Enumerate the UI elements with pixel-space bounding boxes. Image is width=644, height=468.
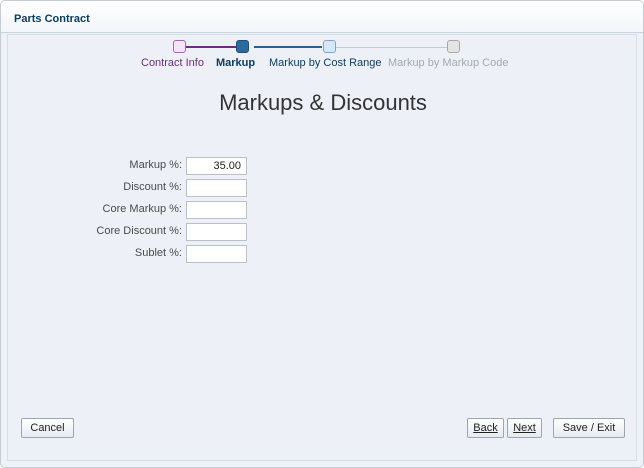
page-title: Markups & Discounts [219,90,427,115]
parts-contract-window: Parts Contract Contract Info Markup Mark… [0,0,644,468]
sublet-row: Sublet %: [8,245,268,263]
sublet-input[interactable] [186,245,247,263]
train-connector-visited [186,46,242,48]
step-markup-icon [236,40,249,53]
core-discount-input[interactable] [186,223,247,241]
step-markup-by-cost-range-link[interactable]: Markup by Cost Range [269,57,382,69]
train-connector-disabled [334,47,454,48]
step-contract-info-link[interactable]: Contract Info [141,57,204,69]
window-header: Parts Contract [1,1,643,33]
core-discount-label: Core Discount %: [96,225,182,237]
train-connector-current [254,46,322,48]
markup-input[interactable] [186,157,247,175]
step-contract-info-icon[interactable] [173,40,186,53]
core-markup-label: Core Markup %: [102,203,182,215]
back-button[interactable]: Back [467,418,504,438]
core-markup-row: Core Markup %: [8,201,268,219]
sublet-label: Sublet %: [134,247,182,259]
step-markup-by-markup-code-icon [447,40,460,53]
step-markup-label: Markup [216,57,256,69]
content-panel: Contract Info Markup Markup by Cost Rang… [7,34,637,461]
window-title: Parts Contract [14,13,90,25]
step-markup-by-markup-code-label: Markup by Markup Code [388,57,509,69]
step-markup-by-cost-range-icon[interactable] [323,40,336,53]
save-exit-button[interactable]: Save / Exit [553,418,625,438]
step-train: Contract Info Markup Markup by Cost Rang… [8,35,636,75]
next-button[interactable]: Next [507,418,542,438]
markup-row: Markup %: [8,157,268,175]
discount-input[interactable] [186,179,247,197]
core-discount-row: Core Discount %: [8,223,268,241]
markup-label: Markup %: [129,159,182,171]
cancel-button[interactable]: Cancel [21,418,74,438]
core-markup-input[interactable] [186,201,247,219]
discount-label: Discount %: [123,181,182,193]
discount-row: Discount %: [8,179,268,197]
